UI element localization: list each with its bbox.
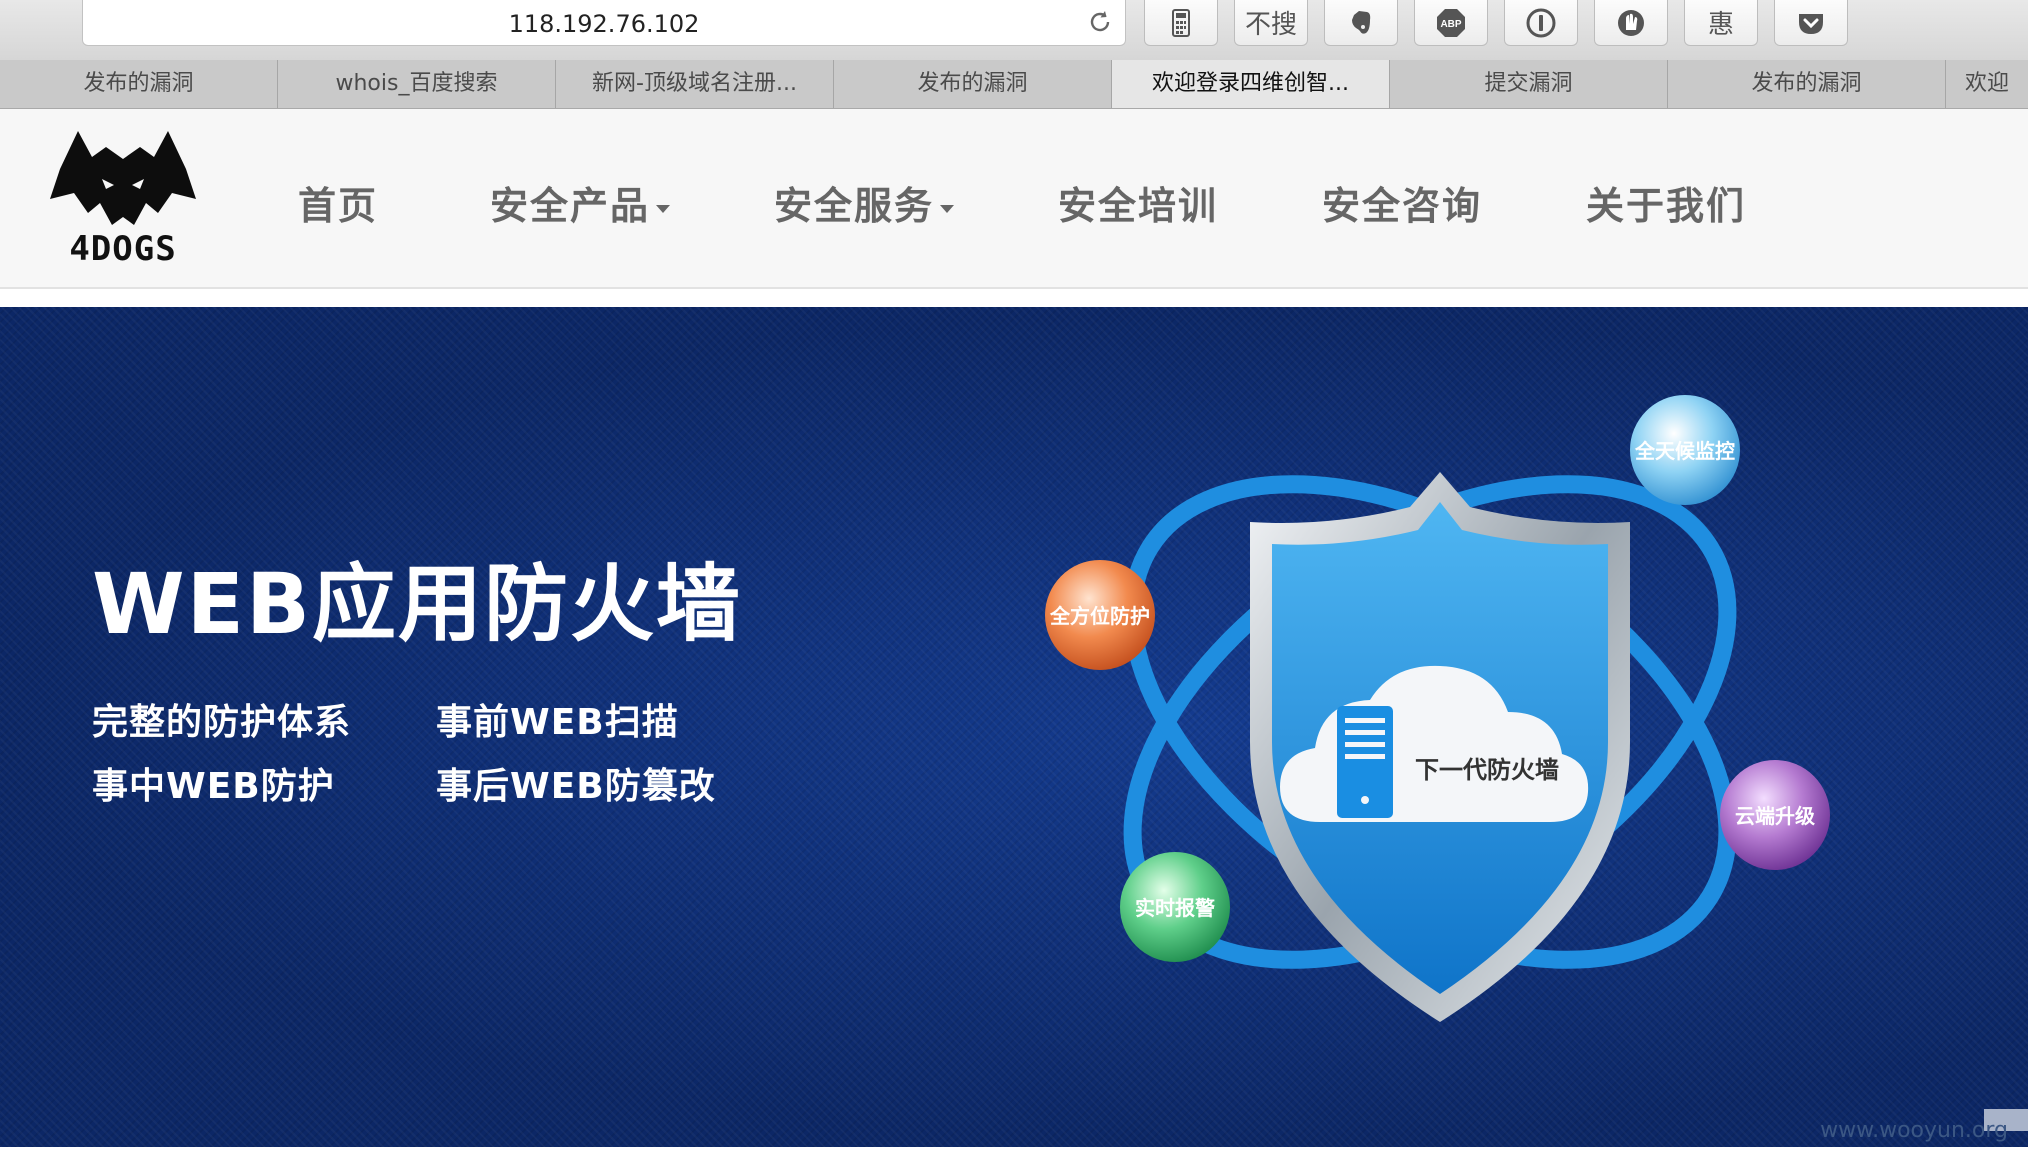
browser-toolbar: 118.192.76.102 不搜 ABP 惠 xyxy=(0,0,2028,61)
adblock-label: ABP xyxy=(1440,19,1461,30)
browser-tab[interactable]: 提交漏洞 xyxy=(1390,60,1668,108)
nav-security-training-label: 安全培训 xyxy=(1058,184,1219,228)
browser-tab[interactable]: whois_百度搜索 xyxy=(278,60,556,108)
coupon-icon[interactable]: 惠 xyxy=(1684,0,1758,46)
browser-tab[interactable]: 发布的漏洞 xyxy=(834,60,1112,108)
orb-alarm-label: 实时报警 xyxy=(1135,896,1215,920)
nav-home[interactable]: 首页 xyxy=(298,175,378,230)
hero-banner[interactable]: WEB应用防火墙 完整的防护体系 事前WEB扫描 事中WEB防护 事后WEB防篡… xyxy=(0,307,2028,1147)
nav-security-services-label: 安全服务 xyxy=(774,184,935,228)
reload-icon[interactable] xyxy=(1085,7,1115,37)
browser-tab[interactable]: 欢迎 xyxy=(1946,60,2028,108)
nav-security-products-label: 安全产品 xyxy=(490,184,651,228)
watermark: www.wooyun.org xyxy=(1820,1118,2008,1143)
nav-security-consulting-label: 安全咨询 xyxy=(1322,184,1483,228)
nav-security-services[interactable]: 安全服务 xyxy=(774,175,955,230)
nav-home-label: 首页 xyxy=(298,184,379,228)
firewall-illustration: 下一代防火墙 全天候监控 全方位防护 云端升级 实时报警 xyxy=(1045,395,1830,1022)
address-bar[interactable]: 118.192.76.102 xyxy=(82,0,1126,46)
logo-text: 4DOGS xyxy=(69,229,177,269)
nav-about-us[interactable]: 关于我们 xyxy=(1586,175,1746,230)
nav-security-training[interactable]: 安全培训 xyxy=(1058,175,1218,230)
shield-label: 下一代防火墙 xyxy=(1415,756,1559,784)
site-logo[interactable]: 4DOGS xyxy=(40,129,206,269)
wolf-logo-icon xyxy=(50,131,196,225)
browser-tab[interactable]: 发布的漏洞 xyxy=(1668,60,1946,108)
feature-item: 完整的防护体系 xyxy=(92,702,352,743)
caret-down-icon xyxy=(656,204,671,213)
pocket-icon[interactable] xyxy=(1774,0,1848,46)
nav-security-products[interactable]: 安全产品 xyxy=(490,175,671,230)
translate-icon[interactable]: 不搜 xyxy=(1234,0,1308,46)
url-text: 118.192.76.102 xyxy=(508,10,700,38)
tab-bar: 发布的漏洞 whois_百度搜索 新网-顶级域名注册... 发布的漏洞 欢迎登录… xyxy=(0,60,2028,109)
feature-item: 事前WEB扫描 xyxy=(436,702,679,743)
browser-tab[interactable]: 新网-顶级域名注册... xyxy=(556,60,834,108)
browser-tab-active[interactable]: 欢迎登录四维创智... xyxy=(1112,60,1390,108)
nav-security-consulting[interactable]: 安全咨询 xyxy=(1322,175,1482,230)
coupon-label: 惠 xyxy=(1707,10,1734,40)
feature-item: 事中WEB防护 xyxy=(92,766,335,807)
adblock-icon[interactable]: ABP xyxy=(1414,0,1488,46)
hero-title: WEB应用防火墙 xyxy=(92,555,743,653)
translate-label: 不搜 xyxy=(1244,10,1297,40)
evernote-icon[interactable] xyxy=(1324,0,1398,46)
orb-protection-label: 全方位防护 xyxy=(1049,604,1150,628)
calculator-icon[interactable] xyxy=(1144,0,1218,46)
caret-down-icon xyxy=(940,204,955,213)
browser-tab[interactable]: 发布的漏洞 xyxy=(0,60,278,108)
orb-monitoring-label: 全天候监控 xyxy=(1634,439,1735,463)
ghostery-icon[interactable] xyxy=(1594,0,1668,46)
feature-item: 事后WEB防篡改 xyxy=(436,766,716,807)
onepassword-icon[interactable] xyxy=(1504,0,1578,46)
site-header: 4DOGS 首页 安全产品 安全服务 安全培训 安全咨询 关于我们 xyxy=(0,109,2028,289)
nav-about-us-label: 关于我们 xyxy=(1586,184,1747,228)
orb-cloud-upgrade-label: 云端升级 xyxy=(1735,804,1815,828)
